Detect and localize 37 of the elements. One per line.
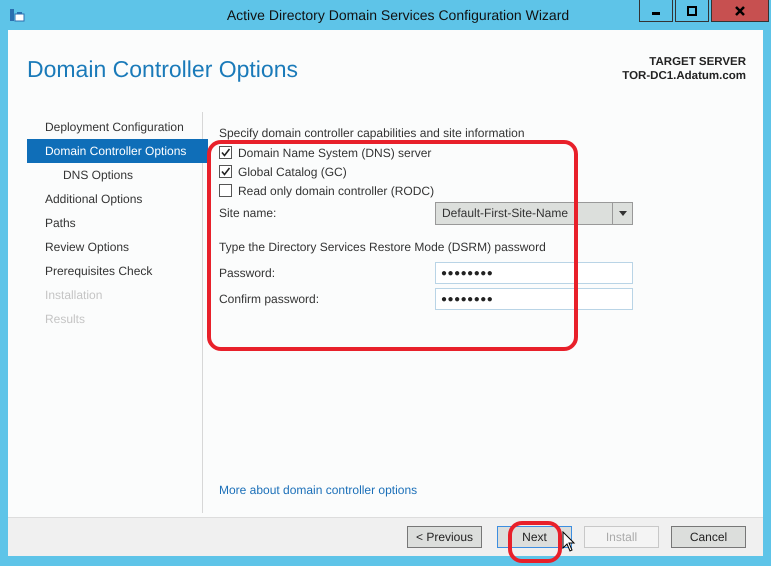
page-title: Domain Controller Options: [27, 56, 298, 83]
maximize-icon: [687, 6, 697, 16]
minimize-icon: [652, 12, 660, 15]
site-name-dropdown[interactable]: Default-First-Site-Name: [435, 202, 633, 224]
sidebar-item[interactable]: Review Options: [27, 235, 208, 259]
checkbox-option[interactable]: Read only domain controller (RODC): [219, 181, 763, 200]
wizard-button[interactable]: < Previous: [407, 526, 482, 548]
close-icon: [734, 6, 746, 16]
field-label: Confirm password:: [219, 292, 320, 306]
close-button[interactable]: [711, 0, 769, 22]
check-icon: [220, 147, 231, 158]
target-server-label: TARGET SERVER: [649, 56, 746, 68]
help-link[interactable]: More about domain controller options: [219, 483, 763, 497]
target-server-name: TOR-DC1.Adatum.com: [622, 70, 746, 82]
sidebar-item[interactable]: Additional Options: [27, 187, 208, 211]
dropdown-arrow-icon: [618, 210, 626, 216]
field-label: Site name:: [219, 206, 278, 220]
checkbox-option[interactable]: Domain Name System (DNS) server: [219, 143, 763, 162]
password-field[interactable]: ●●●●●●●●: [435, 288, 633, 310]
sidebar-item[interactable]: Domain Controller Options: [27, 139, 208, 163]
check-icon: [220, 166, 231, 177]
field-label: Password:: [219, 266, 276, 280]
wizard-button[interactable]: Cancel: [671, 526, 746, 548]
minimize-button[interactable]: [639, 0, 673, 22]
checkbox-option[interactable]: Global Catalog (GC): [219, 162, 763, 181]
dsrm-text: Type the Directory Services Restore Mode (DSRM) password: [219, 240, 547, 254]
annotation-outline: [508, 521, 562, 563]
intro-text: Specify domain controller capabilities and site information: [219, 126, 526, 140]
window-title: Active Directory Domain Services Configuration Wizard: [226, 7, 570, 23]
server-icon: [9, 7, 25, 23]
cursor-icon: [562, 531, 576, 553]
sidebar-item[interactable]: Prerequisites Check: [27, 259, 208, 283]
maximize-button[interactable]: [675, 0, 709, 22]
sidebar-item[interactable]: Paths: [27, 211, 208, 235]
password-field[interactable]: ●●●●●●●●: [435, 262, 633, 284]
sidebar-item[interactable]: DNS Options: [27, 163, 208, 187]
sidebar-item[interactable]: Deployment Configuration: [27, 115, 208, 139]
